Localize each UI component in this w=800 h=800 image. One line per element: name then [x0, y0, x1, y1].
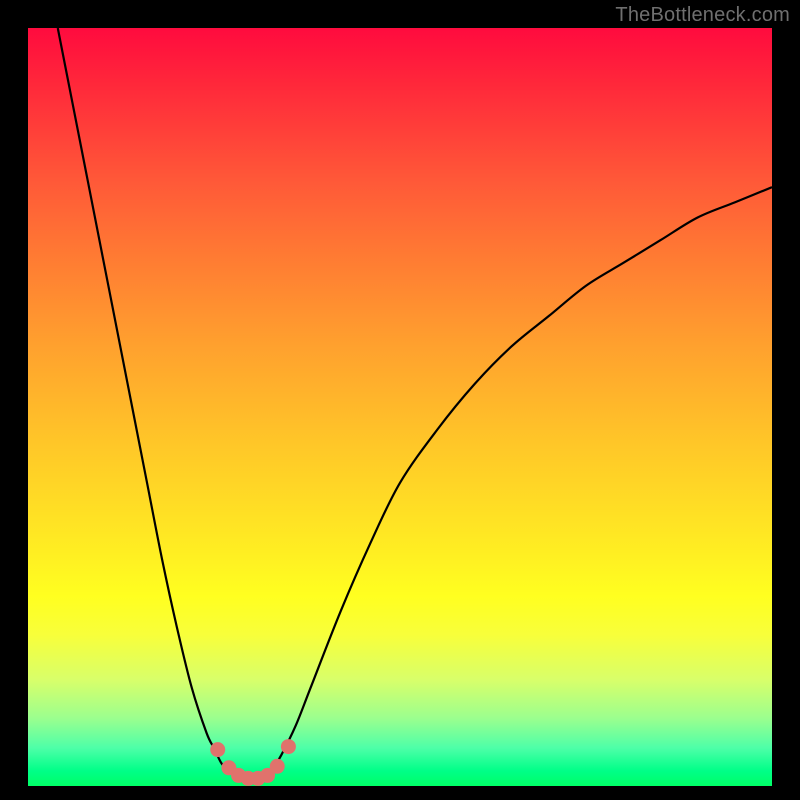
valley-dot: [281, 739, 296, 754]
valley-dot: [210, 742, 225, 757]
valley-dot: [270, 759, 285, 774]
bottleneck-curve: [28, 28, 772, 786]
valley-dots: [210, 739, 296, 786]
curve-path: [58, 28, 772, 779]
chart-frame: [28, 28, 772, 786]
watermark-text: TheBottleneck.com: [615, 4, 790, 27]
